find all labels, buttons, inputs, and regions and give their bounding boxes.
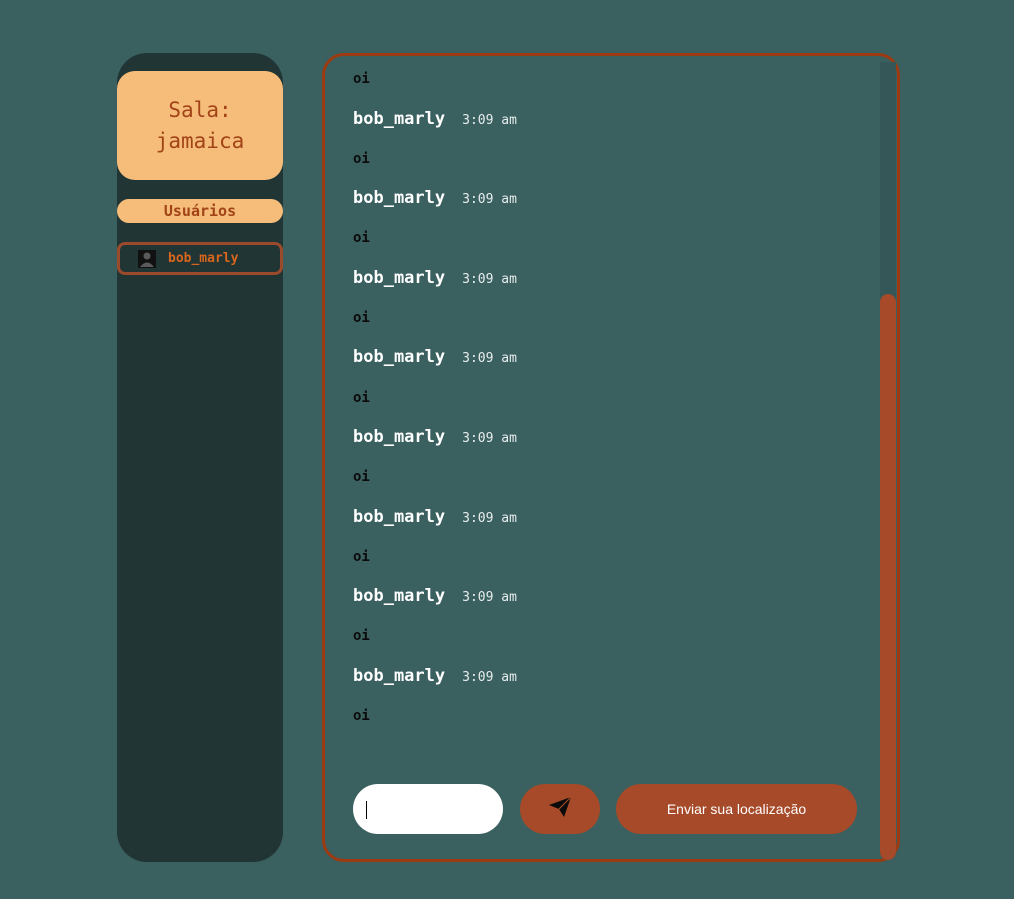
user-avatar-icon <box>138 249 156 268</box>
message-time: 3:09 am <box>462 113 517 128</box>
message-text: oi <box>353 230 370 246</box>
message-text: oi <box>353 151 370 167</box>
message-author: bob_marly <box>353 109 446 129</box>
message-time: 3:09 am <box>462 272 517 287</box>
message-header: bob_marly 3:09 am <box>353 109 517 129</box>
message-text: oi <box>353 310 370 326</box>
message-header: bob_marly 3:09 am <box>353 586 517 606</box>
room-name: jamaica <box>155 128 245 153</box>
message-time: 3:09 am <box>462 431 517 446</box>
message-header: bob_marly 3:09 am <box>353 347 517 367</box>
user-name: bob_marly <box>168 251 239 266</box>
message-header: bob_marly 3:09 am <box>353 188 517 208</box>
message-text: oi <box>353 71 370 87</box>
user-list-item[interactable]: bob_marly <box>117 242 283 275</box>
message-author: bob_marly <box>353 427 446 447</box>
paper-plane-icon <box>548 796 572 822</box>
message-author: bob_marly <box>353 268 446 288</box>
message-header: bob_marly 3:09 am <box>353 268 517 288</box>
message-time: 3:09 am <box>462 670 517 685</box>
message-time: 3:09 am <box>462 192 517 207</box>
room-card: Sala: jamaica <box>117 71 283 180</box>
message-author: bob_marly <box>353 666 446 686</box>
message-header: bob_marly 3:09 am <box>353 507 517 527</box>
message-author: bob_marly <box>353 188 446 208</box>
chat-panel: oi bob_marly 3:09 am oi bob_marly 3:09 a… <box>322 53 900 862</box>
text-caret <box>366 801 367 819</box>
sidebar: Sala: jamaica Usuários bob_marly <box>117 53 283 862</box>
message-author: bob_marly <box>353 507 446 527</box>
message-text: oi <box>353 708 370 724</box>
message-time: 3:09 am <box>462 511 517 526</box>
scrollbar-thumb[interactable] <box>880 294 896 860</box>
message-header: bob_marly 3:09 am <box>353 666 517 686</box>
room-label: Sala: <box>168 97 232 122</box>
message-text: oi <box>353 469 370 485</box>
users-header: Usuários <box>117 199 283 223</box>
message-author: bob_marly <box>353 347 446 367</box>
message-header: bob_marly 3:09 am <box>353 427 517 447</box>
send-button[interactable] <box>520 784 600 834</box>
message-time: 3:09 am <box>462 590 517 605</box>
message-text: oi <box>353 549 370 565</box>
send-location-button[interactable]: Enviar sua localização <box>616 784 857 834</box>
message-author: bob_marly <box>353 586 446 606</box>
message-time: 3:09 am <box>462 351 517 366</box>
message-input[interactable] <box>353 784 503 834</box>
message-text: oi <box>353 628 370 644</box>
message-text: oi <box>353 390 370 406</box>
